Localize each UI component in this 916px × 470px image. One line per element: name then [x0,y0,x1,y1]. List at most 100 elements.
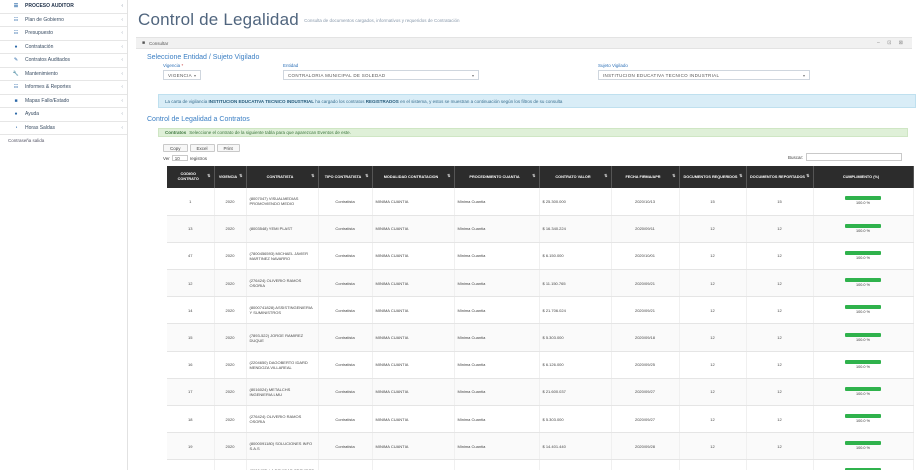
panel-window-controls-icon[interactable]: – ⊡ ⊠ [877,40,906,46]
help-icon: ● [14,111,18,118]
sort-icon: ⇅ [672,173,676,178]
table-row[interactable]: 42020(8900407) LA EQUIDAD SEGUROS GENERA… [167,459,914,470]
cell-req: 12 [679,432,747,461]
cell-contractor: (8007047) VISUALMEDIAS PROMOVIENDO MEDIO [246,188,319,216]
cell-date: 2020/10/13 [611,459,680,470]
sidebar-item[interactable]: ■ Mapas Fallo/Estado ‹ [0,95,127,108]
cell-value: $ 6.150.000 [539,242,612,271]
info-banner: La carta de vigilancia INSTITUCION EDUCA… [158,94,916,108]
table-column-header[interactable]: CUMPLIMIENTO (%) [813,166,914,188]
cell-date: 2020/10/01 [611,242,680,271]
map-icon: ■ [14,97,18,104]
progress-label: 100.0 % [856,364,870,369]
cell-rep: 12 [746,296,814,325]
cell-progress: 100.0 % [813,269,914,298]
table-row[interactable]: 14 2020 (8000741828) ASSISTINGENIERIA Y SU… [167,296,914,325]
progress-fill [845,441,881,446]
table-column-header[interactable]: CONTRATO VALOR ⇅ [539,166,612,188]
table-column-header[interactable]: CONTRATISTA ⇅ [246,166,319,188]
cell-proc: Minima Cuantia [454,323,540,352]
cell-progress: 100.0 % [813,215,914,243]
page-size-select[interactable]: 10 [171,155,188,161]
table-column-header[interactable]: FECHA FIRMA/APR ⇅ [611,166,680,188]
sidebar-item[interactable]: ☷ Plan de Gobierno ‹ [0,14,127,27]
cell-type: Contratista [318,351,373,379]
cell-type: Contratista [318,269,373,298]
cell-contractor: (8003548) YEMI PLAST [246,215,319,243]
table-column-header[interactable]: TIPO CONTRATISTA ⇅ [318,166,373,188]
sidebar-item[interactable]: ☷ Informes & Reportes ‹ [0,81,127,95]
entidad-select[interactable]: CONTRALORIA MUNICIPAL DE SOLEDAD ▾ [283,70,479,80]
cell-rep: 12 [746,432,814,461]
column-header-label: PROCEDIMIENTO CUANTIA [469,174,520,179]
sidebar-sub-label[interactable]: Contraseña salida [0,135,127,147]
table-column-header[interactable]: VIGENCIA ⇅ [214,166,247,188]
sidebar-item[interactable]: ● Contratación ‹ [0,41,127,54]
copy-button[interactable]: Copy [163,144,188,152]
cell-type: Contratista [318,323,373,352]
table-column-header[interactable]: DOCUMENTOS REQUERIDOS ⇅ [679,166,747,188]
cell-contractor: (8000741828) ASSISTINGENIERIA Y SUMINIST… [246,296,319,325]
table-row[interactable]: 13 2020 (8003548) YEMI PLAST Contratista MIN… [167,215,914,243]
sujeto-select[interactable]: INSTITUCION EDUCATIVA TECNICO INDUSTRIAL… [598,70,810,80]
cell-date: 2020/09/18 [611,323,680,352]
info-status: REGISTRADOS [365,98,399,104]
cell-year: 2020 [214,351,247,379]
cell-value: $ 21.706.024 [539,296,612,325]
cell-rep: 12 [746,323,814,352]
info-entity: INSTITUCION EDUCATIVA TECNICO INDUSTRIAL [208,98,314,104]
cell-proc: Minima Cuantia [454,459,540,470]
cell-progress: 100.0 % [813,432,914,461]
entidad-value: CONTRALORIA MUNICIPAL DE SOLEDAD [288,72,386,78]
cell-progress: 100.0 % [813,188,914,216]
cell-proc: Minima Cuantia [454,215,540,243]
table-row[interactable]: 47 2020 (7800456593) MICHAEL JAVIER MARTIN… [167,242,914,271]
table-row[interactable]: 17 2020 (8016024) METALCHS INGENIERIA LMU C… [167,378,914,407]
table-row[interactable]: 1 2020 (8007047) VISUALMEDIAS PROMOVIENDO … [167,188,914,216]
table-row[interactable]: 12 2020 (276424) OLIVERIO RAMOS OSORIA Cont… [167,269,914,298]
info-text-pre: La carta de vigilancia [165,98,208,104]
sidebar-item[interactable]: ☷ Presupuesto ‹ [0,27,127,41]
sidebar-item-label: Ayuda [25,111,40,118]
sort-icon: ⇅ [806,173,810,178]
progress-fill [845,332,881,337]
print-button[interactable]: Print [216,144,240,152]
sidebar-item[interactable]: ◔ Horas Saldas ‹ [0,122,127,135]
cell-type: Contratista [318,188,373,216]
table-row[interactable]: 16 2020 (2204650) DAGOBERTO IDARD MENDOZA … [167,351,914,379]
vigencia-select[interactable]: VIGENCIA ▾ [163,70,201,80]
sidebar-item[interactable]: 🔧 Mantenimiento ‹ [0,68,127,81]
cell-value: $ 25.300.000 [539,188,612,216]
sidebar-item-label: Mantenimiento [25,70,58,77]
table-column-header[interactable]: PROCEDIMIENTO CUANTIA ⇅ [454,166,540,188]
cell-proc: Minima Cuantia [454,269,540,298]
panel-collapse-icon[interactable]: ■ [142,40,145,46]
chevron-left-icon: ‹ [121,70,123,77]
sidebar-item[interactable]: ✎ Contratos Auditados ‹ [0,54,127,68]
table-row[interactable]: 18 2020 (276424) OLIVERIO RAMOS OSORIA Cont… [167,405,914,434]
table-row[interactable]: 19 2020 (8000091180) SOLUCIONES INFO S.A.S… [167,432,914,461]
list-icon: ☰ [13,3,19,10]
sidebar-item[interactable]: ● Ayuda ‹ [0,108,127,122]
progress-fill [845,196,881,201]
table-row[interactable]: 15 2020 (7893-522) JORGE RAMIREZ DUQUE Cont… [167,323,914,352]
sort-icon: ⇅ [365,173,369,178]
info-text-mid: ha cargado los contratos [315,98,365,104]
excel-button[interactable]: Excel [189,144,215,152]
sidebar-item[interactable]: ☰ PROCESO AUDITOR ‹ [0,0,127,14]
page-size-control: Ver 10 registros [163,155,207,161]
table-column-header[interactable]: CODIGO CONTRATO ⇅ [167,166,215,188]
page-header: Control de Legalidad Consulta de documen… [128,0,916,34]
progress-label: 100.0 % [856,201,870,206]
cell-contractor: (8000091180) SOLUCIONES INFO S.A.S [246,432,319,461]
cell-year: 2020 [214,432,247,461]
cell-date: 2020/09/25 [611,351,680,379]
table-column-header[interactable]: MODALIDAD CONTRATACION ⇅ [372,166,455,188]
chevron-left-icon: ‹ [121,84,123,91]
search-input[interactable] [806,153,903,161]
chevron-left-icon: ‹ [121,16,123,23]
cell-date: 2020/09/21 [611,296,680,325]
cell-type: Contratista [318,432,373,461]
table-column-header[interactable]: DOCUMENTOS REPORTADOS ⇅ [746,166,814,188]
column-header-label: DOCUMENTOS REQUERIDOS [683,174,738,179]
